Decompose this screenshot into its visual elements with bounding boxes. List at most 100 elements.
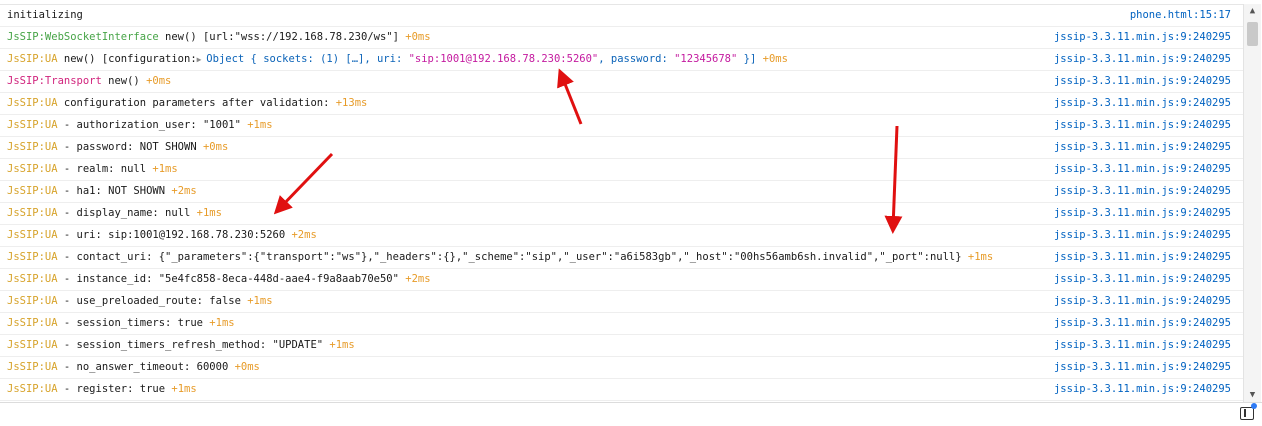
source-link[interactable]: jssip-3.3.11.min.js:9:240295 <box>1054 269 1231 290</box>
log-text: new() [configuration: <box>57 53 197 65</box>
console-row: JsSIP:UA - contact_uri: {"_parameters":{… <box>0 247 1243 269</box>
log-namespace: JsSIP:UA <box>7 251 58 263</box>
log-text: - register: true <box>57 383 172 395</box>
console-message: JsSIP:WebSocketInterface new() [url:"wss… <box>7 27 431 48</box>
log-text: configuration parameters after validatio… <box>57 97 336 109</box>
log-namespace: JsSIP:UA <box>7 317 58 329</box>
console-row: JsSIP:UA - realm: null +1ms jssip-3.3.11.… <box>0 159 1243 181</box>
console-log: initializing phone.html:15:17 JsSIP:WebSoc… <box>0 4 1243 403</box>
log-text: - password: NOT SHOWN <box>57 141 203 153</box>
source-link[interactable]: jssip-3.3.11.min.js:9:240295 <box>1054 115 1231 136</box>
log-text: - ha1: NOT SHOWN <box>57 185 172 197</box>
log-namespace: JsSIP:UA <box>7 295 58 307</box>
scroll-down-arrow-icon[interactable]: ▼ <box>1244 388 1261 402</box>
console-message: JsSIP:UA - session_timers_refresh_method… <box>7 335 355 356</box>
log-timing: +1ms <box>247 295 273 307</box>
log-namespace: JsSIP:UA <box>7 163 58 175</box>
console-message: JsSIP:UA - display_name: null +1ms <box>7 203 222 224</box>
log-timing: +0ms <box>234 361 260 373</box>
log-namespace: JsSIP:UA <box>7 185 58 197</box>
source-link[interactable]: jssip-3.3.11.min.js:9:240295 <box>1054 379 1231 400</box>
log-timing: +1ms <box>171 383 197 395</box>
source-link[interactable]: jssip-3.3.11.min.js:9:240295 <box>1054 181 1231 202</box>
log-timing: +1ms <box>209 317 235 329</box>
log-namespace: JsSIP:UA <box>7 383 58 395</box>
console-message: JsSIP:UA - no_answer_timeout: 60000 +0ms <box>7 357 260 378</box>
log-text: - realm: null <box>57 163 153 175</box>
console-message: JsSIP:UA - password: NOT SHOWN +0ms <box>7 137 228 158</box>
log-timing: +13ms <box>335 97 368 109</box>
log-text: }] <box>737 53 763 65</box>
log-timing: +1ms <box>196 207 222 219</box>
console-row: JsSIP:UA - uri: sip:1001@192.168.78.230:… <box>0 225 1243 247</box>
console-row: JsSIP:UA - display_name: null +1ms jssip-… <box>0 203 1243 225</box>
console-message: JsSIP:UA - register: true +1ms <box>7 379 197 400</box>
log-text: - display_name: null <box>57 207 197 219</box>
console-message: JsSIP:UA - session_timers: true +1ms <box>7 313 235 334</box>
console-message: JsSIP:Transport new() +0ms <box>7 71 171 92</box>
log-namespace: JsSIP:UA <box>7 339 58 351</box>
expand-triangle-icon[interactable]: ▶ <box>197 55 207 64</box>
source-link[interactable]: jssip-3.3.11.min.js:9:240295 <box>1054 71 1231 92</box>
log-text: - session_timers_refresh_method: "UPDATE… <box>57 339 330 351</box>
console-row: JsSIP:Transport new() +0ms jssip-3.3.11.m… <box>0 71 1243 93</box>
console-message: JsSIP:UA - realm: null +1ms <box>7 159 178 180</box>
source-link[interactable]: jssip-3.3.11.min.js:9:240295 <box>1054 93 1231 114</box>
log-text: , password: <box>598 53 675 65</box>
source-link[interactable]: jssip-3.3.11.min.js:9:240295 <box>1054 49 1231 70</box>
log-text: - contact_uri: {"_parameters":{"transpor… <box>57 251 968 263</box>
console-row: JsSIP:WebSocketInterface new() [url:"wss… <box>0 27 1243 49</box>
console-bottom-bar <box>0 402 1262 426</box>
console-row: JsSIP:UA - instance_id: "5e4fc858-8eca-4… <box>0 269 1243 291</box>
console-row: JsSIP:UA - ha1: NOT SHOWN +2ms jssip-3.3.… <box>0 181 1243 203</box>
console-row: JsSIP:UA - use_preloaded_route: false +1… <box>0 291 1243 313</box>
source-link[interactable]: phone.html:15:17 <box>1130 5 1231 26</box>
console-row: JsSIP:UA new() [configuration:▶ Object {… <box>0 49 1243 71</box>
log-text: new() <box>101 75 147 87</box>
log-text: - no_answer_timeout: 60000 <box>57 361 235 373</box>
notification-dot <box>1251 403 1257 409</box>
console-scrollbar[interactable]: ▲ ▼ <box>1243 4 1261 402</box>
log-namespace: JsSIP:UA <box>7 361 58 373</box>
console-row: JsSIP:UA - no_answer_timeout: 60000 +0ms… <box>0 357 1243 379</box>
console-row: JsSIP:UA - register: true +1ms jssip-3.3.… <box>0 379 1243 401</box>
source-link[interactable]: jssip-3.3.11.min.js:9:240295 <box>1054 313 1231 334</box>
log-timing: +0ms <box>146 75 172 87</box>
console-message: JsSIP:UA - contact_uri: {"_parameters":{… <box>7 247 993 268</box>
log-timing: +1ms <box>329 339 355 351</box>
scroll-up-arrow-icon[interactable]: ▲ <box>1244 4 1261 18</box>
source-link[interactable]: jssip-3.3.11.min.js:9:240295 <box>1054 247 1231 268</box>
console-row: JsSIP:UA - password: NOT SHOWN +0ms jssip… <box>0 137 1243 159</box>
source-link[interactable]: jssip-3.3.11.min.js:9:240295 <box>1054 27 1231 48</box>
source-link[interactable]: jssip-3.3.11.min.js:9:240295 <box>1054 335 1231 356</box>
log-text: "12345678" <box>674 53 738 65</box>
log-timing: +1ms <box>247 119 273 131</box>
source-link[interactable]: jssip-3.3.11.min.js:9:240295 <box>1054 291 1231 312</box>
console-message: JsSIP:UA - ha1: NOT SHOWN +2ms <box>7 181 197 202</box>
log-text: Object { sockets: (1) […], uri: <box>206 53 409 65</box>
console-message: JsSIP:UA new() [configuration:▶ Object {… <box>7 49 788 70</box>
log-timing: +0ms <box>405 31 431 43</box>
log-timing: +0ms <box>202 141 229 153</box>
log-namespace: JsSIP:Transport <box>7 75 102 87</box>
log-namespace: JsSIP:UA <box>7 229 58 241</box>
sidebar-toggle-icon[interactable] <box>1240 407 1254 420</box>
log-namespace: JsSIP:UA <box>7 207 58 219</box>
console-row: initializing phone.html:15:17 <box>0 5 1243 27</box>
log-timing: +2ms <box>291 229 317 241</box>
source-link[interactable]: jssip-3.3.11.min.js:9:240295 <box>1054 225 1231 246</box>
log-text: - session_timers: true <box>57 317 210 329</box>
log-timing: +1ms <box>152 163 178 175</box>
log-text: new() [url:"wss://192.168.78.230/ws"] <box>158 31 406 43</box>
scroll-thumb[interactable] <box>1247 22 1258 46</box>
log-text: - instance_id: "5e4fc858-8eca-448d-aae4-… <box>57 273 406 285</box>
log-namespace: JsSIP:WebSocketInterface <box>7 31 159 43</box>
source-link[interactable]: jssip-3.3.11.min.js:9:240295 <box>1054 357 1231 378</box>
source-link[interactable]: jssip-3.3.11.min.js:9:240295 <box>1054 203 1231 224</box>
source-link[interactable]: jssip-3.3.11.min.js:9:240295 <box>1054 159 1231 180</box>
log-text: initializing <box>7 9 83 21</box>
console-row: JsSIP:UA - session_timers: true +1ms jssi… <box>0 313 1243 335</box>
log-namespace: JsSIP:UA <box>7 97 58 109</box>
source-link[interactable]: jssip-3.3.11.min.js:9:240295 <box>1054 137 1231 158</box>
log-text: - uri: sip:1001@192.168.78.230:5260 <box>57 229 292 241</box>
